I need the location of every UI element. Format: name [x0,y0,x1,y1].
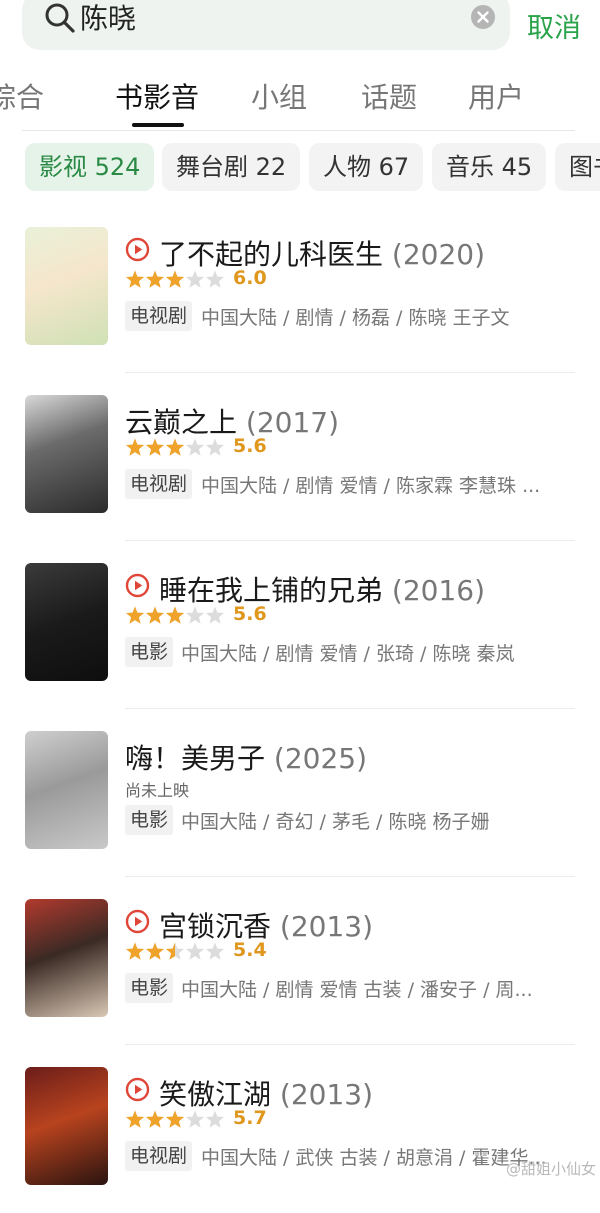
star-empty [185,1110,205,1128]
meta-text: 中国大陆 / 剧情 爱情 / 陈家霖 李慧珠 ... [201,475,541,497]
filter-chip-music[interactable]: 音乐 45 [432,143,547,191]
star-filled [145,438,165,456]
tab-all[interactable]: 综合 [0,76,44,116]
type-badge: 电影 [125,805,174,835]
result-title[interactable]: 嗨！美男子 (2025) [125,737,367,777]
title-text: 嗨！美男子 [125,742,266,775]
poster-image[interactable] [25,395,108,513]
play-icon [125,237,150,262]
star-filled [145,270,165,288]
filter-chip-books[interactable]: 图书 [555,143,600,191]
star-empty [205,942,225,960]
year-text: (2020) [391,238,486,271]
result-item[interactable]: 云巅之上 (2017) 5.6 电视剧 中国大陆 / 剧情 爱情 / 陈家霖 李慧珠 … [0,373,600,541]
result-item[interactable]: 笑傲江湖 (2013) 5.7 电视剧 中国大陆 / 武侠 古装 / 胡意涓 / 霍建… [0,1045,600,1213]
title-text: 云巅之上 [125,406,238,439]
rating-score: 6.0 [233,267,267,289]
rating-score: 5.4 [233,939,267,961]
result-title[interactable]: 了不起的儿科医生 (2020) [159,233,485,273]
star-filled [125,1110,145,1128]
tab-groups[interactable]: 小组 [251,76,307,116]
star-filled [145,942,165,960]
star-filled [125,606,145,624]
watermark: @甜姐小仙女 [506,1160,597,1178]
play-icon [125,909,150,934]
clear-icon[interactable] [470,4,496,30]
meta-text: 中国大陆 / 奇幻 / 茅毛 / 陈晓 杨子姗 [181,811,490,833]
star-empty [205,270,225,288]
star-filled [165,1110,185,1128]
search-bar: 取消 [0,0,600,58]
result-item[interactable]: 嗨！美男子 (2025) 尚未上映电影 中国大陆 / 奇幻 / 茅毛 / 陈晓 杨子… [0,709,600,877]
star-empty [205,606,225,624]
star-empty [205,1110,225,1128]
poster-image[interactable] [25,1067,108,1185]
star-empty [185,942,205,960]
star-filled [145,606,165,624]
category-tabs: 综合 书影音 小组 话题 用户 [0,76,600,130]
result-item[interactable]: 了不起的儿科医生 (2020) 6.0 电视剧 中国大陆 / 剧情 / 杨磊 / 陈晓… [0,205,600,373]
search-icon [45,3,75,33]
release-status: 尚未上映 [125,781,190,800]
poster-image[interactable] [25,731,108,849]
type-badge: 电视剧 [125,1141,193,1171]
poster-image[interactable] [25,899,108,1017]
rating-score: 5.7 [233,1107,267,1129]
meta-text: 中国大陆 / 剧情 / 杨磊 / 陈晓 王子文 [201,307,510,329]
type-badge: 电影 [125,637,174,667]
type-badge: 电视剧 [125,301,193,331]
cancel-button[interactable]: 取消 [527,6,581,45]
meta-text: 中国大陆 / 剧情 爱情 古装 / 潘安子 / 周... [181,979,533,1001]
year-text: (2013) [279,1078,374,1111]
filter-chip-stage[interactable]: 舞台剧 22 [162,143,301,191]
type-badge: 电影 [125,973,174,1003]
rating-score: 5.6 [233,435,267,457]
meta-text: 中国大陆 / 剧情 爱情 / 张琦 / 陈晓 秦岚 [181,643,515,665]
star-rating [125,270,225,288]
year-text: (2016) [391,574,486,607]
poster-image[interactable] [25,563,108,681]
year-text: (2013) [279,910,374,943]
star-empty [185,270,205,288]
rating-score: 5.6 [233,603,267,625]
result-item[interactable]: 宫锁沉香 (2013) 5.4 电影 中国大陆 / 剧情 爱情 古装 / 潘安子 / … [0,877,600,1045]
search-input[interactable] [80,0,460,35]
star-filled [125,438,145,456]
play-icon [125,573,150,598]
star-empty [185,606,205,624]
star-rating [125,942,225,960]
year-text: (2025) [273,742,368,775]
type-badge: 电视剧 [125,469,193,499]
tabs-divider [22,130,575,131]
star-rating [125,438,225,456]
star-filled [125,270,145,288]
result-title[interactable]: 睡在我上铺的兄弟 (2016) [159,569,485,609]
star-filled [165,270,185,288]
active-tab-indicator [132,123,184,127]
tab-books-movies-music[interactable]: 书影音 [115,76,199,116]
tab-topics[interactable]: 话题 [361,76,417,116]
star-empty [205,438,225,456]
filter-chips: 影视 524 舞台剧 22 人物 67 音乐 45 图书 [0,143,600,191]
result-item[interactable]: 睡在我上铺的兄弟 (2016) 5.6 电影 中国大陆 / 剧情 爱情 / 张琦 / … [0,541,600,709]
star-rating [125,606,225,624]
star-empty [185,438,205,456]
title-text: 睡在我上铺的兄弟 [159,574,384,607]
search-box[interactable] [22,0,510,50]
star-filled [165,438,185,456]
star-filled [165,606,185,624]
play-icon [125,1077,150,1102]
meta-text: 中国大陆 / 武侠 古装 / 胡意涓 / 霍建华... [201,1147,547,1169]
tab-users[interactable]: 用户 [468,76,524,116]
star-filled [125,942,145,960]
star-rating [125,1110,225,1128]
star-filled [145,1110,165,1128]
poster-image[interactable] [25,227,108,345]
filter-chip-film-tv[interactable]: 影视 524 [25,143,155,191]
title-text: 了不起的儿科医生 [159,238,384,271]
filter-chip-people[interactable]: 人物 67 [309,143,424,191]
